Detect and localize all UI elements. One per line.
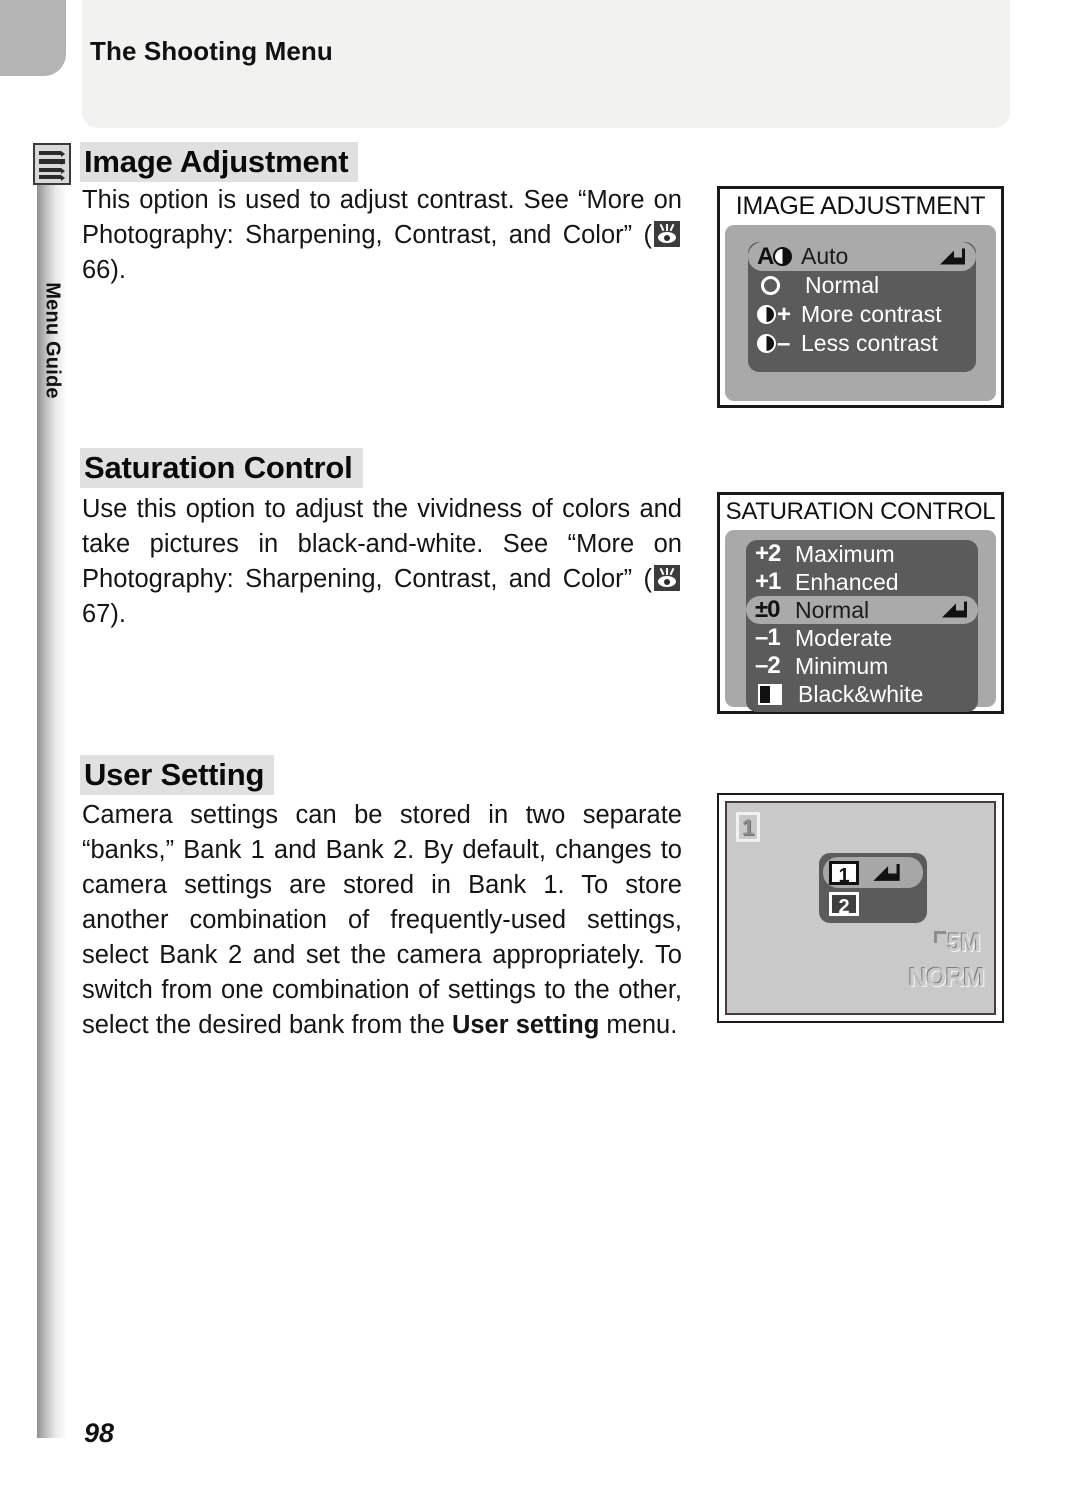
menu-list-icon: [33, 143, 71, 185]
lcd-option-minimum[interactable]: –2 Minimum: [746, 652, 978, 680]
resolution-indicator: 5M: [934, 929, 981, 958]
corner-tab: [0, 0, 66, 76]
auto-contrast-icon: A: [757, 242, 801, 270]
enter-arrow-icon: [940, 248, 965, 264]
body-text-part-2: 67).: [82, 600, 126, 628]
quality-indicator: NORM: [908, 962, 985, 992]
resolution-bracket-left: [934, 931, 947, 943]
auto-letter: A: [757, 242, 774, 270]
lcd-user-setting-screen: 1 1 2 5M NORM: [725, 801, 996, 1015]
lcd-option-less-contrast[interactable]: – Less contrast: [748, 329, 976, 358]
lcd-option-more-contrast-label: More contrast: [801, 301, 942, 327]
lcd-option-enhanced-label: Enhanced: [795, 568, 899, 595]
enter-arrow-icon: [873, 863, 900, 881]
bank-selector: 1 2: [819, 853, 927, 923]
plus-two-glyph: +2: [755, 540, 781, 567]
section-heading-user-setting-text: User Setting: [80, 755, 275, 795]
bank-indicator-badge: 1: [736, 812, 760, 842]
lcd-image-adjustment: IMAGE ADJUSTMENT A Auto Normal + More co…: [717, 186, 1004, 408]
body-text-part-2: 66).: [82, 256, 126, 284]
section-heading-saturation-control-text: Saturation Control: [80, 448, 363, 488]
lcd-option-normal-label: Normal: [805, 272, 880, 298]
lcd-option-moderate[interactable]: –1 Moderate: [746, 624, 978, 652]
bank-option-2[interactable]: 2: [823, 888, 923, 919]
section-body-user-setting: Camera settings can be stored in two sep…: [82, 798, 682, 1043]
lcd-option-normal-label: Normal: [795, 596, 870, 623]
lcd-option-maximum-label: Maximum: [795, 540, 895, 567]
minus-one-glyph: –1: [755, 624, 781, 651]
lcd-saturation-control: SATURATION CONTROL +2 Maximum +1 Enhance…: [717, 492, 1004, 714]
lcd-option-enhanced[interactable]: +1 Enhanced: [746, 568, 978, 596]
lcd-option-auto-label: Auto: [801, 243, 849, 269]
body-text-part-1: This option is used to adjust contrast. …: [82, 186, 682, 249]
lcd-image-adjustment-body: A Auto Normal + More contrast – Less con…: [725, 225, 996, 401]
section-body-saturation-control: Use this option to adjust the vividness …: [82, 492, 682, 632]
bank-1-number: 1: [829, 860, 859, 887]
lcd-user-setting: 1 1 2 5M NORM: [717, 793, 1004, 1023]
lcd-option-more-contrast[interactable]: + More contrast: [748, 300, 976, 329]
lcd-option-less-contrast-label: Less contrast: [801, 330, 938, 356]
body-text-part-2: menu.: [599, 1011, 678, 1039]
page-title: The Shooting Menu: [90, 36, 333, 66]
lcd-image-adjustment-title: IMAGE ADJUSTMENT: [735, 192, 986, 220]
bank-option-1[interactable]: 1: [823, 857, 923, 888]
section-heading-image-adjustment: Image Adjustment: [80, 142, 359, 182]
half-circle-plus-icon: +: [757, 302, 801, 327]
lcd-saturation-control-body: +2 Maximum +1 Enhanced ±0 Normal –1 Mode…: [725, 530, 996, 712]
section-body-image-adjustment: This option is used to adjust contrast. …: [82, 183, 682, 288]
bank-2-number: 2: [829, 891, 859, 918]
black-white-square-icon: [755, 683, 798, 705]
lcd-option-black-and-white[interactable]: Black&white: [746, 680, 978, 708]
lcd-saturation-control-title: SATURATION CONTROL: [725, 498, 996, 525]
eye-reference-icon: [654, 565, 680, 591]
enter-arrow-icon: [942, 601, 967, 618]
lcd-option-normal[interactable]: ±0 Normal: [746, 596, 978, 624]
body-text-part-1: Use this option to adjust the vividness …: [82, 495, 682, 593]
body-text-part-1: Camera settings can be stored in two sep…: [82, 801, 682, 1039]
minus-two-glyph: –2: [755, 652, 781, 679]
open-circle-icon: [757, 276, 805, 295]
chapter-label-text: Menu Guide: [41, 281, 64, 399]
section-heading-user-setting: User Setting: [80, 755, 275, 795]
section-heading-saturation-control: Saturation Control: [80, 448, 363, 488]
half-circle-minus-icon: –: [757, 331, 801, 356]
lcd-saturation-control-list: +2 Maximum +1 Enhanced ±0 Normal –1 Mode…: [746, 540, 978, 712]
body-text-bold-user-setting: User setting: [451, 1011, 600, 1039]
eye-reference-icon: [654, 221, 680, 247]
lcd-option-normal[interactable]: Normal: [748, 271, 976, 300]
lcd-option-minimum-label: Minimum: [795, 652, 889, 679]
plus-one-glyph: +1: [755, 568, 781, 595]
lcd-option-black-and-white-label: Black&white: [798, 680, 924, 707]
section-heading-image-adjustment-text: Image Adjustment: [80, 142, 359, 182]
chapter-label: Menu Guide: [37, 210, 67, 470]
resolution-value: 5M: [947, 929, 981, 957]
lcd-option-moderate-label: Moderate: [795, 624, 893, 651]
lcd-image-adjustment-list: A Auto Normal + More contrast – Less con…: [748, 242, 976, 372]
plus-minus-zero-glyph: ±0: [755, 596, 781, 623]
lcd-option-maximum[interactable]: +2 Maximum: [746, 540, 978, 568]
lcd-option-auto[interactable]: A Auto: [748, 242, 976, 271]
page-number: 98: [84, 1418, 115, 1448]
